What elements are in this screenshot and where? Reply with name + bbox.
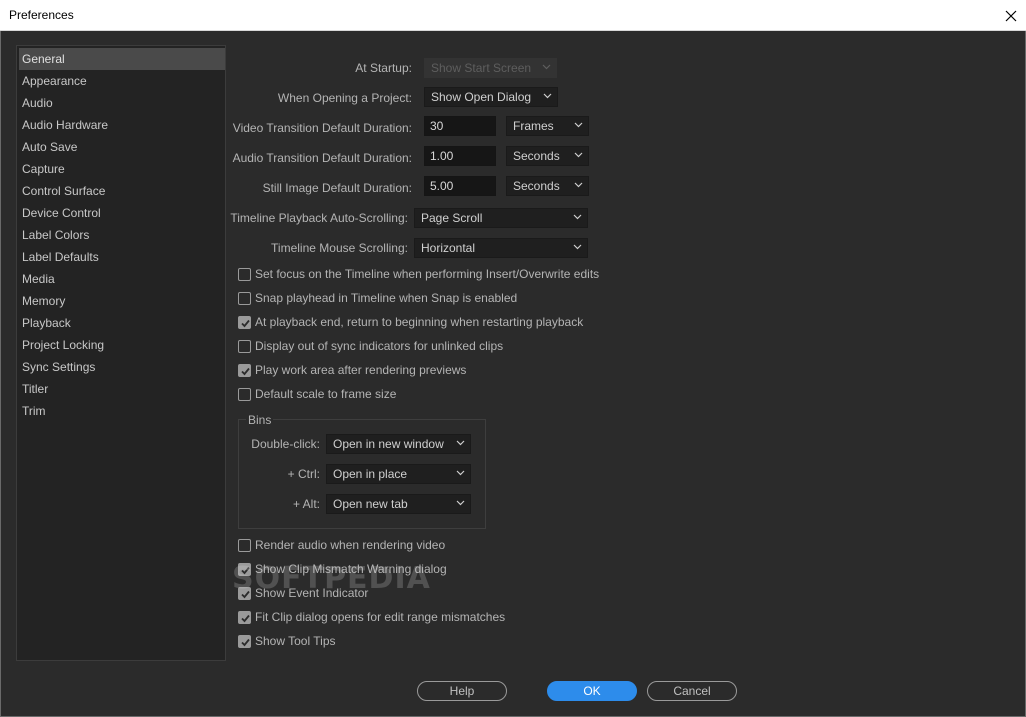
still-image-unit-dropdown[interactable]: Seconds (506, 176, 589, 196)
checkmark-icon (241, 614, 250, 623)
still-image-label: Still Image Default Duration: (262, 181, 412, 195)
bins-title: Bins (246, 413, 274, 427)
chevron-down-icon (542, 64, 551, 70)
checkbox[interactable] (238, 539, 251, 552)
sidebar-item-memory[interactable]: Memory (19, 290, 225, 312)
check-label: Show Clip Mismatch Warning dialog (255, 562, 447, 576)
timeline-mouse-label: Timeline Mouse Scrolling: (271, 241, 408, 255)
video-transition-input[interactable]: 30 (424, 116, 496, 136)
bins-ctrl-label: + Ctrl: (287, 467, 320, 481)
checkbox[interactable] (238, 364, 251, 377)
check-label: Display out of sync indicators for unlin… (255, 339, 504, 353)
timeline-autoscroll-label: Timeline Playback Auto-Scrolling: (230, 211, 408, 225)
bins-double-click-dropdown[interactable]: Open in new window (326, 434, 471, 454)
timeline-mouse-dropdown[interactable]: Horizontal (414, 238, 588, 258)
bins-ctrl-dropdown[interactable]: Open in place (326, 464, 471, 484)
audio-transition-unit: Seconds (513, 149, 560, 163)
checkbox[interactable] (238, 316, 251, 329)
sidebar-item-sync-settings[interactable]: Sync Settings (19, 356, 225, 378)
check-label: Default scale to frame size (255, 387, 397, 401)
chevron-down-icon (456, 470, 465, 476)
sidebar-item-audio-hardware[interactable]: Audio Hardware (19, 114, 225, 136)
check-label: Show Event Indicator (255, 586, 369, 600)
checkmark-icon (241, 590, 250, 599)
check-label: Play work area after rendering previews (255, 363, 467, 377)
audio-transition-input[interactable]: 1.00 (424, 146, 496, 166)
chevron-down-icon (456, 500, 465, 506)
still-image-input[interactable]: 5.00 (424, 176, 496, 196)
sidebar-item-label-defaults[interactable]: Label Defaults (19, 246, 225, 268)
checkbox[interactable] (238, 292, 251, 305)
sidebar-item-control-surface[interactable]: Control Surface (19, 180, 225, 202)
at-startup-dropdown: Show Start Screen (424, 58, 557, 78)
bins-ctrl-value: Open in place (333, 467, 408, 481)
checkmark-icon (241, 638, 250, 647)
sidebar-item-trim[interactable]: Trim (19, 400, 225, 422)
help-button[interactable]: Help (417, 681, 507, 701)
chevron-down-icon (543, 93, 552, 99)
video-transition-unit: Frames (513, 119, 554, 133)
checkbox[interactable] (238, 611, 251, 624)
sidebar-item-auto-save[interactable]: Auto Save (19, 136, 225, 158)
bins-alt-dropdown[interactable]: Open new tab (326, 494, 471, 514)
check-label: Set focus on the Timeline when performin… (255, 267, 600, 281)
check-label: Render audio when rendering video (255, 538, 446, 552)
opening-project-dropdown[interactable]: Show Open Dialog (424, 87, 558, 107)
checkmark-icon (241, 367, 250, 376)
sidebar-item-playback[interactable]: Playback (19, 312, 225, 334)
chevron-down-icon (456, 440, 465, 446)
checkmark-icon (241, 319, 250, 328)
window-title: Preferences (9, 8, 74, 22)
chevron-down-icon (574, 182, 583, 188)
sidebar-item-device-control[interactable]: Device Control (19, 202, 225, 224)
video-transition-label: Video Transition Default Duration: (232, 121, 412, 135)
checkbox[interactable] (238, 587, 251, 600)
timeline-autoscroll-dropdown[interactable]: Page Scroll (414, 208, 588, 228)
sidebar-item-label-colors[interactable]: Label Colors (19, 224, 225, 246)
preferences-sidebar: General Appearance Audio Audio Hardware … (16, 45, 226, 661)
chevron-down-icon (574, 152, 583, 158)
chevron-down-icon (573, 244, 582, 250)
check-label: Fit Clip dialog opens for edit range mis… (255, 610, 506, 624)
close-button[interactable] (996, 0, 1026, 31)
sidebar-item-project-locking[interactable]: Project Locking (19, 334, 225, 356)
checkbox[interactable] (238, 388, 251, 401)
close-icon (1005, 10, 1017, 21)
bins-alt-label: + Alt: (292, 497, 320, 511)
at-startup-value: Show Start Screen (431, 61, 532, 75)
bins-double-click-value: Open in new window (333, 437, 444, 451)
audio-transition-label: Audio Transition Default Duration: (232, 151, 412, 165)
check-label: Snap playhead in Timeline when Snap is e… (255, 291, 518, 305)
sidebar-item-audio[interactable]: Audio (19, 92, 225, 114)
checkbox[interactable] (238, 268, 251, 281)
bins-double-click-label: Double-click: (251, 437, 320, 451)
timeline-autoscroll-value: Page Scroll (421, 211, 483, 225)
bins-alt-value: Open new tab (333, 497, 408, 511)
cancel-button[interactable]: Cancel (647, 681, 737, 701)
at-startup-label: At Startup: (355, 61, 412, 75)
sidebar-item-general[interactable]: General (19, 48, 225, 70)
sidebar-item-capture[interactable]: Capture (19, 158, 225, 180)
checkmark-icon (241, 566, 250, 575)
chevron-down-icon (573, 214, 582, 220)
checkbox[interactable] (238, 340, 251, 353)
opening-project-value: Show Open Dialog (431, 90, 532, 104)
check-label: At playback end, return to beginning whe… (255, 315, 584, 329)
audio-transition-unit-dropdown[interactable]: Seconds (506, 146, 589, 166)
checkbox[interactable] (238, 635, 251, 648)
timeline-mouse-value: Horizontal (421, 241, 476, 255)
check-label: Show Tool Tips (255, 634, 336, 648)
sidebar-item-titler[interactable]: Titler (19, 378, 225, 400)
opening-project-label: When Opening a Project: (277, 91, 412, 105)
checkbox[interactable] (238, 563, 251, 576)
still-image-unit: Seconds (513, 179, 560, 193)
ok-button[interactable]: OK (547, 681, 637, 701)
chevron-down-icon (574, 122, 583, 128)
title-bar: Preferences (0, 0, 1026, 31)
sidebar-item-appearance[interactable]: Appearance (19, 70, 225, 92)
video-transition-unit-dropdown[interactable]: Frames (506, 116, 589, 136)
sidebar-item-media[interactable]: Media (19, 268, 225, 290)
